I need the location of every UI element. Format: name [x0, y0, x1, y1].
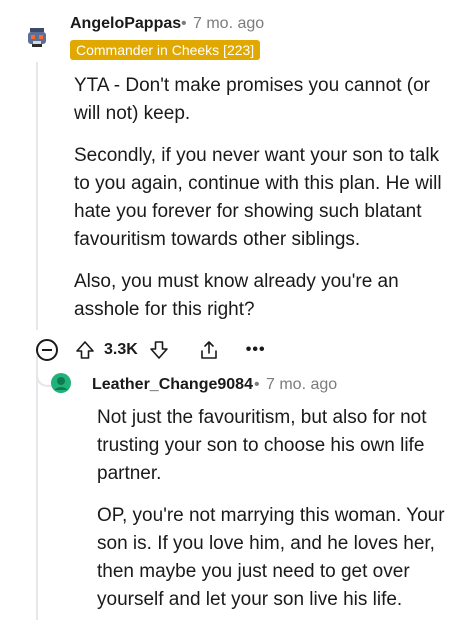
- more-options-button[interactable]: •••: [246, 341, 266, 359]
- share-button[interactable]: [198, 339, 220, 361]
- user-avatar[interactable]: [26, 26, 48, 48]
- meta-separator: •: [181, 15, 187, 32]
- comment-actions: 3.3K •••: [36, 336, 266, 364]
- reply-paragraph: OP, you're not marrying this woman. Your…: [97, 505, 445, 610]
- reply-body: Not just the favouritism, but also for n…: [97, 404, 447, 620]
- downvote-button[interactable]: [148, 339, 170, 361]
- collapse-button[interactable]: [36, 339, 58, 361]
- vote-count: 3.3K: [104, 341, 138, 358]
- reply-user-avatar[interactable]: [50, 372, 72, 394]
- reply-username[interactable]: Leather_Change9084: [92, 376, 253, 394]
- comment-paragraph: Also, you must know already you're an as…: [74, 271, 399, 320]
- comment-paragraph: Secondly, if you never want your son to …: [74, 145, 442, 250]
- reply-meta-separator: •: [254, 376, 260, 393]
- comment-body: YTA - Don't make promises you cannot (or…: [74, 72, 444, 338]
- comment-paragraph: YTA - Don't make promises you cannot (or…: [74, 75, 430, 124]
- thread-line-main[interactable]: [36, 62, 38, 330]
- reply-paragraph: Not just the favouritism, but also for n…: [97, 407, 427, 484]
- user-flair: Commander in Cheeks [223]: [70, 40, 261, 60]
- comment-age: 7 mo. ago: [193, 15, 265, 32]
- upvote-icon: [76, 341, 94, 359]
- downvote-icon: [149, 341, 168, 359]
- upvote-button[interactable]: [74, 339, 96, 361]
- reply-age: 7 mo. ago: [266, 376, 338, 393]
- share-icon: [200, 341, 217, 359]
- comment-username[interactable]: AngeloPappas: [70, 15, 181, 33]
- thread-line-reply[interactable]: [36, 372, 38, 620]
